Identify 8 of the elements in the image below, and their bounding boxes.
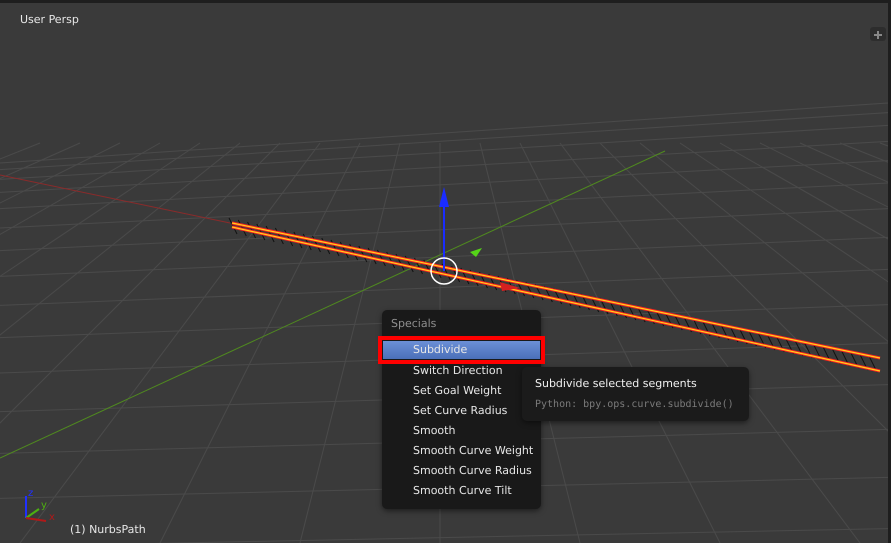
object-name-label: (1) NurbsPath: [70, 522, 146, 538]
tooltip-python-text: Python: bpy.ops.curve.subdivide(): [535, 398, 735, 412]
tooltip-title: Subdivide selected segments: [535, 376, 698, 392]
axis-label: y: [41, 500, 47, 511]
menu-title: Specials: [391, 316, 438, 332]
view-name-label: User Persp: [20, 12, 79, 28]
axis-label: x: [49, 512, 55, 523]
axis-label: z: [28, 488, 34, 499]
